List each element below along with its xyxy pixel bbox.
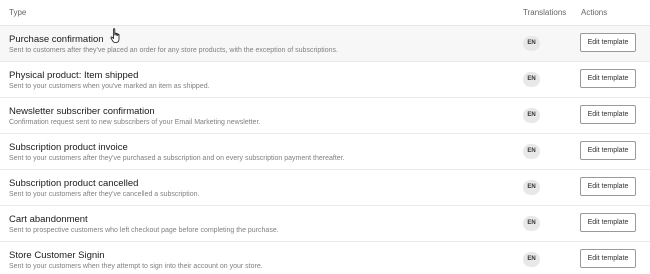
table-row: Subscription product cancelled Sent to y…: [0, 170, 650, 206]
template-title: Physical product: Item shipped: [9, 70, 139, 81]
language-badge: EN: [523, 36, 540, 51]
table-row: Cart abandonment Sent to prospective cus…: [0, 206, 650, 242]
column-header-type: Type: [9, 8, 27, 17]
edit-template-button[interactable]: Edit template: [580, 213, 636, 232]
table-row: Store Customer Signin Sent to your custo…: [0, 242, 650, 274]
language-badge: EN: [523, 144, 540, 159]
table-row: Newsletter subscriber confirmation Confi…: [0, 98, 650, 134]
language-badge: EN: [523, 108, 540, 123]
table-row: Physical product: Item shipped Sent to y…: [0, 62, 650, 98]
template-description: Sent to your customers after they've pur…: [9, 155, 345, 162]
template-title: Subscription product invoice: [9, 142, 128, 153]
template-title: Newsletter subscriber confirmation: [9, 106, 155, 117]
edit-template-button[interactable]: Edit template: [580, 177, 636, 196]
template-description: Sent to your customers when they attempt…: [9, 263, 263, 270]
language-badge: EN: [523, 252, 540, 267]
table-header: Type Translations Actions: [0, 0, 650, 26]
edit-template-button[interactable]: Edit template: [580, 249, 636, 268]
column-header-actions: Actions: [581, 8, 608, 17]
table-row: Purchase confirmation Sent to customers …: [0, 26, 650, 62]
edit-template-button[interactable]: Edit template: [580, 69, 636, 88]
template-description: Sent to prospective customers who left c…: [9, 227, 279, 234]
template-description: Sent to your customers after they've can…: [9, 191, 200, 198]
language-badge: EN: [523, 180, 540, 195]
edit-template-button[interactable]: Edit template: [580, 141, 636, 160]
email-templates-table: Type Translations Actions Purchase confi…: [0, 0, 650, 274]
column-header-translations: Translations: [523, 8, 567, 17]
edit-template-button[interactable]: Edit template: [580, 33, 636, 52]
language-badge: EN: [523, 72, 540, 87]
table-row: Subscription product invoice Sent to you…: [0, 134, 650, 170]
hand-pointer-icon: [110, 28, 120, 43]
template-title: Subscription product cancelled: [9, 178, 139, 189]
language-badge: EN: [523, 216, 540, 231]
template-title: Store Customer Signin: [9, 250, 105, 261]
template-description: Confirmation request sent to new subscri…: [9, 119, 261, 126]
template-description: Sent to customers after they've placed a…: [9, 47, 338, 54]
template-description: Sent to your customers when you've marke…: [9, 83, 210, 90]
template-title: Cart abandonment: [9, 214, 88, 225]
template-title: Purchase confirmation: [9, 34, 104, 45]
edit-template-button[interactable]: Edit template: [580, 105, 636, 124]
